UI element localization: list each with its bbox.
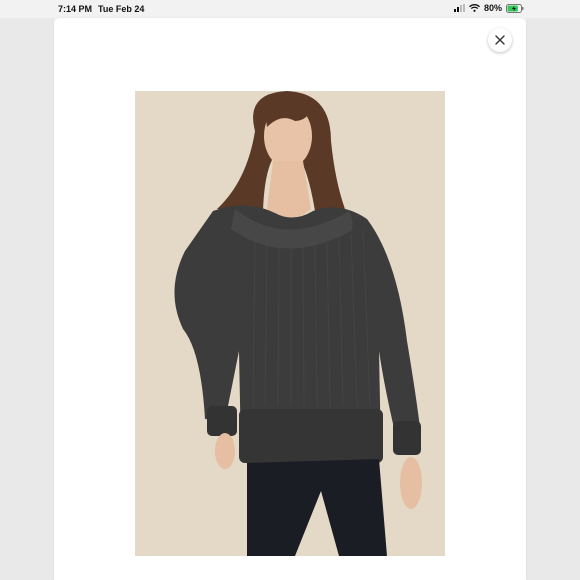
close-icon bbox=[495, 35, 505, 45]
status-date: Tue Feb 24 bbox=[98, 4, 145, 14]
battery-percent: 80% bbox=[483, 3, 502, 13]
background-left bbox=[0, 18, 54, 580]
status-right: 80% bbox=[453, 3, 524, 13]
screen: 7:14 PM Tue Feb 24 80% bbox=[0, 0, 580, 580]
close-button[interactable] bbox=[488, 28, 512, 52]
status-left: 7:14 PM Tue Feb 24 bbox=[58, 4, 144, 14]
wifi-icon bbox=[469, 4, 480, 12]
cellular-signal-icon bbox=[453, 4, 465, 12]
background-right bbox=[526, 18, 580, 580]
product-photo[interactable] bbox=[135, 91, 445, 556]
battery-charging-icon bbox=[506, 3, 524, 13]
status-time: 7:14 PM bbox=[58, 4, 93, 14]
image-viewer-modal bbox=[54, 18, 526, 580]
status-bar: 7:14 PM Tue Feb 24 80% bbox=[0, 0, 580, 18]
